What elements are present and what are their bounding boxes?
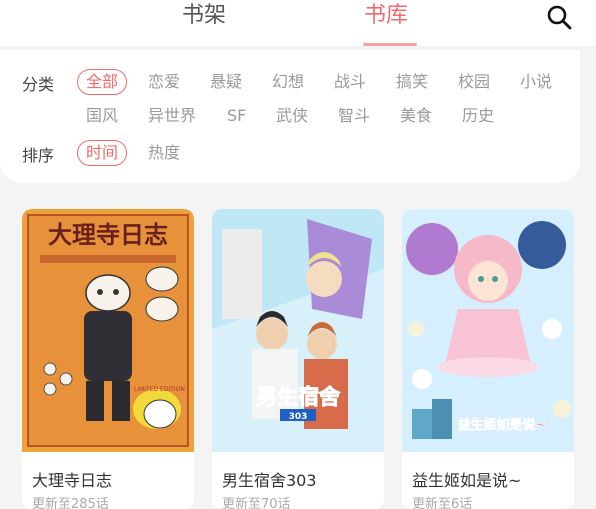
top-bar: 书架 书库 — [0, 0, 596, 46]
category-chip-suspense[interactable]: 悬疑 — [201, 69, 251, 95]
svg-text:益生姬如是说~: 益生姬如是说~ — [458, 417, 547, 433]
sort-label: 排序 — [22, 146, 55, 165]
category-chip-food[interactable]: 美食 — [391, 103, 441, 129]
active-tab-indicator — [363, 43, 417, 46]
category-label: 分类 — [22, 75, 55, 94]
category-chip-romance[interactable]: 恋爱 — [139, 69, 189, 95]
svg-text:303: 303 — [289, 412, 308, 422]
category-chip-guofeng[interactable]: 国风 — [77, 103, 127, 129]
comic-cover-image: 男生宿舍 303 — [212, 209, 384, 452]
comic-cover-image: 大理寺日志 LIMITED EDITION — [22, 209, 194, 452]
comic-cover-image: 益生姬如是说~ — [402, 209, 574, 452]
category-chip-comedy[interactable]: 搞笑 — [387, 69, 437, 95]
comic-title: 益生姬如是说~ — [412, 471, 522, 490]
sort-chip-time[interactable]: 时间 — [77, 140, 128, 166]
comic-title: 大理寺日志 — [32, 471, 113, 490]
comic-card[interactable]: 男生宿舍 303 男生宿舍303 更新至70话 — [212, 209, 384, 509]
category-chip-campus[interactable]: 校园 — [449, 69, 499, 95]
comic-update-status: 更新至285话 — [32, 497, 109, 509]
search-icon[interactable] — [546, 4, 572, 30]
category-chip-novel[interactable]: 小说 — [511, 69, 561, 95]
comic-title: 男生宿舍303 — [222, 471, 317, 490]
comic-card[interactable]: 大理寺日志 LIMITED EDITION 大理寺日志 更新至285话 — [22, 209, 194, 509]
category-chip-sf[interactable]: SF — [218, 103, 255, 129]
category-chip-all[interactable]: 全部 — [77, 69, 128, 95]
filter-panel: 分类 全部 恋爱 悬疑 幻想 战斗 搞笑 校园 小说 国风 异世界 SF 武侠 … — [0, 50, 580, 183]
comic-update-status: 更新至6话 — [412, 497, 473, 509]
tab-bookshelf[interactable]: 书架 — [182, 2, 226, 30]
tab-library[interactable]: 书库 — [364, 2, 408, 30]
category-chip-history[interactable]: 历史 — [453, 103, 503, 129]
category-chip-mindgame[interactable]: 智斗 — [329, 103, 379, 129]
svg-text:LIMITED EDITION: LIMITED EDITION — [134, 386, 185, 393]
comic-card[interactable]: 益生姬如是说~ 益生姬如是说~ 更新至6话 — [402, 209, 574, 509]
comic-update-status: 更新至70话 — [222, 497, 291, 509]
category-chip-fantasy[interactable]: 幻想 — [263, 69, 313, 95]
category-chip-isekai[interactable]: 异世界 — [139, 103, 205, 129]
category-chip-battle[interactable]: 战斗 — [325, 69, 375, 95]
svg-text:大理寺日志: 大理寺日志 — [48, 220, 168, 249]
svg-text:男生宿舍: 男生宿舍 — [256, 385, 341, 409]
sort-chip-popularity[interactable]: 热度 — [139, 140, 189, 166]
category-chip-wuxia[interactable]: 武侠 — [267, 103, 317, 129]
